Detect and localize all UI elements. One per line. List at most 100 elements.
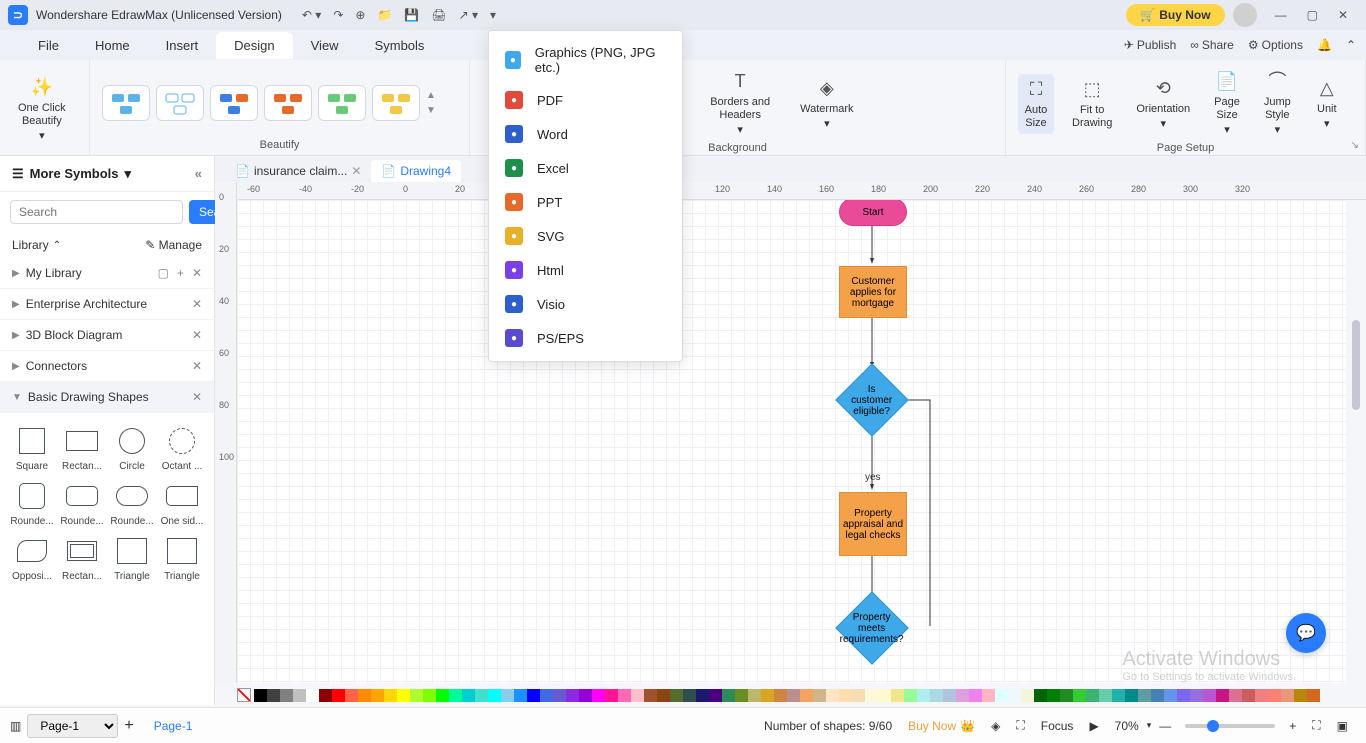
menu-home[interactable]: Home bbox=[77, 32, 148, 59]
undo-button[interactable]: ↶ ▾ bbox=[302, 8, 321, 22]
theme-preset-6[interactable] bbox=[372, 85, 420, 121]
color-swatch[interactable] bbox=[1034, 689, 1047, 702]
buy-now-button[interactable]: 🛒 Buy Now bbox=[1126, 4, 1224, 26]
export-item-ppt[interactable]: ●PPT bbox=[489, 185, 682, 219]
color-swatch[interactable] bbox=[878, 689, 891, 702]
unit-button[interactable]: △Unit ▾ bbox=[1309, 73, 1345, 135]
color-swatch[interactable] bbox=[579, 689, 592, 702]
color-swatch[interactable] bbox=[1138, 689, 1151, 702]
theme-preset-2[interactable] bbox=[156, 85, 204, 121]
color-swatch[interactable] bbox=[709, 689, 722, 702]
shape-rectan[interactable]: Rectan... bbox=[60, 533, 104, 582]
fit-page-icon[interactable]: ⛶ bbox=[1312, 718, 1320, 733]
doc-tab-insurance[interactable]: 📄insurance claim...✕ bbox=[225, 160, 371, 182]
color-swatch[interactable] bbox=[475, 689, 488, 702]
library-section-3d-block-diagram[interactable]: ▶3D Block Diagram✕ bbox=[0, 320, 214, 351]
options-link[interactable]: ⚙ Options bbox=[1248, 38, 1303, 52]
focus-button[interactable]: Focus bbox=[1041, 719, 1074, 733]
color-swatch[interactable] bbox=[787, 689, 800, 702]
close-button[interactable]: ✕ bbox=[1328, 8, 1358, 22]
page-setup-launcher[interactable]: ↘ bbox=[1351, 140, 1359, 151]
shape-rounde[interactable]: Rounde... bbox=[60, 478, 104, 527]
color-swatch[interactable] bbox=[358, 689, 371, 702]
fit-width-icon[interactable]: ▣ bbox=[1337, 719, 1348, 733]
auto-size-button[interactable]: ⛶Auto Size bbox=[1018, 74, 1054, 134]
color-swatch[interactable] bbox=[904, 689, 917, 702]
share-link[interactable]: ∞ Share bbox=[1190, 38, 1234, 52]
menu-insert[interactable]: Insert bbox=[148, 32, 217, 59]
borders-headers-button[interactable]: TBorders and Headers ▾ bbox=[704, 66, 776, 142]
watermark-button[interactable]: ◈Watermark ▾ bbox=[794, 73, 859, 135]
manage-library-button[interactable]: ✎ Manage bbox=[145, 238, 202, 252]
vertical-scrollbar[interactable] bbox=[1352, 200, 1362, 683]
color-swatch[interactable] bbox=[748, 689, 761, 702]
color-swatch[interactable] bbox=[384, 689, 397, 702]
maximize-button[interactable]: ▢ bbox=[1297, 8, 1328, 22]
color-swatch[interactable] bbox=[1060, 689, 1073, 702]
color-swatch[interactable] bbox=[1294, 689, 1307, 702]
close-tab-icon[interactable]: ✕ bbox=[351, 164, 361, 178]
fit-drawing-button[interactable]: ⬚Fit to Drawing bbox=[1066, 74, 1118, 134]
new-button[interactable]: ⊕ bbox=[355, 8, 365, 22]
color-swatch[interactable] bbox=[566, 689, 579, 702]
export-item-visio[interactable]: ●Visio bbox=[489, 287, 682, 321]
publish-link[interactable]: ✈ Publish bbox=[1124, 38, 1176, 52]
menu-view[interactable]: View bbox=[293, 32, 357, 59]
color-swatch[interactable] bbox=[449, 689, 462, 702]
color-swatch[interactable] bbox=[644, 689, 657, 702]
color-swatch[interactable] bbox=[436, 689, 449, 702]
orientation-button[interactable]: ⟲Orientation ▾ bbox=[1130, 73, 1196, 135]
layers-icon[interactable]: ◈ bbox=[991, 719, 1000, 733]
color-swatch[interactable] bbox=[1112, 689, 1125, 702]
theme-preset-5[interactable] bbox=[318, 85, 366, 121]
export-item-word[interactable]: ●Word bbox=[489, 117, 682, 151]
color-swatch[interactable] bbox=[800, 689, 813, 702]
theme-scroll-down[interactable]: ▼ bbox=[426, 105, 436, 116]
theme-preset-3[interactable] bbox=[210, 85, 258, 121]
drawing-canvas[interactable]: Start Customer applies for mortgage Is c… bbox=[237, 200, 1346, 683]
export-button[interactable]: ↗ ▾ bbox=[459, 8, 478, 22]
edit-section-icon[interactable]: ▢ bbox=[158, 266, 169, 280]
shape-triangle[interactable]: Triangle bbox=[160, 533, 204, 582]
color-swatch[interactable] bbox=[1229, 689, 1242, 702]
zoom-in-button[interactable]: + bbox=[1289, 719, 1296, 733]
print-button[interactable]: 🖨 bbox=[431, 8, 446, 22]
color-swatch[interactable] bbox=[969, 689, 982, 702]
color-swatch[interactable] bbox=[839, 689, 852, 702]
theme-preset-4[interactable] bbox=[264, 85, 312, 121]
flow-decision-eligible[interactable]: Is customer eligible? bbox=[835, 363, 909, 437]
shape-opposi[interactable]: Opposi... bbox=[10, 533, 54, 582]
color-swatch[interactable] bbox=[553, 689, 566, 702]
color-swatch[interactable] bbox=[462, 689, 475, 702]
color-swatch[interactable] bbox=[891, 689, 904, 702]
color-swatch[interactable] bbox=[683, 689, 696, 702]
color-swatch[interactable] bbox=[670, 689, 683, 702]
color-swatch[interactable] bbox=[1242, 689, 1255, 702]
color-swatch[interactable] bbox=[982, 689, 995, 702]
shape-rounde[interactable]: Rounde... bbox=[10, 478, 54, 527]
color-swatch[interactable] bbox=[592, 689, 605, 702]
export-item-html[interactable]: ●Html bbox=[489, 253, 682, 287]
one-click-beautify-button[interactable]: ✨ One Click Beautify ▾ bbox=[12, 72, 72, 148]
library-section-connectors[interactable]: ▶Connectors✕ bbox=[0, 351, 214, 382]
shape-onesid[interactable]: One sid... bbox=[160, 478, 204, 527]
color-swatch[interactable] bbox=[345, 689, 358, 702]
collapse-ribbon-icon[interactable]: ⌃ bbox=[1346, 38, 1356, 52]
zoom-dropdown[interactable]: ▾ bbox=[1147, 720, 1152, 731]
color-swatch[interactable] bbox=[1086, 689, 1099, 702]
export-item-svg[interactable]: ●SVG bbox=[489, 219, 682, 253]
color-swatch[interactable] bbox=[1164, 689, 1177, 702]
menu-symbols[interactable]: Symbols bbox=[357, 32, 443, 59]
menu-design[interactable]: Design bbox=[216, 32, 292, 59]
doc-tab-drawing4[interactable]: 📄Drawing4 bbox=[371, 160, 461, 182]
color-swatch[interactable] bbox=[852, 689, 865, 702]
more-qat-button[interactable]: ▾ bbox=[490, 8, 496, 22]
color-swatch[interactable] bbox=[501, 689, 514, 702]
color-swatch[interactable] bbox=[332, 689, 345, 702]
fullscreen-icon[interactable]: ⛶ bbox=[1016, 718, 1024, 733]
color-swatch[interactable] bbox=[657, 689, 670, 702]
color-swatch[interactable] bbox=[865, 689, 878, 702]
color-swatch[interactable] bbox=[527, 689, 540, 702]
zoom-level[interactable]: 70% bbox=[1115, 719, 1139, 733]
zoom-out-button[interactable]: — bbox=[1159, 719, 1171, 733]
